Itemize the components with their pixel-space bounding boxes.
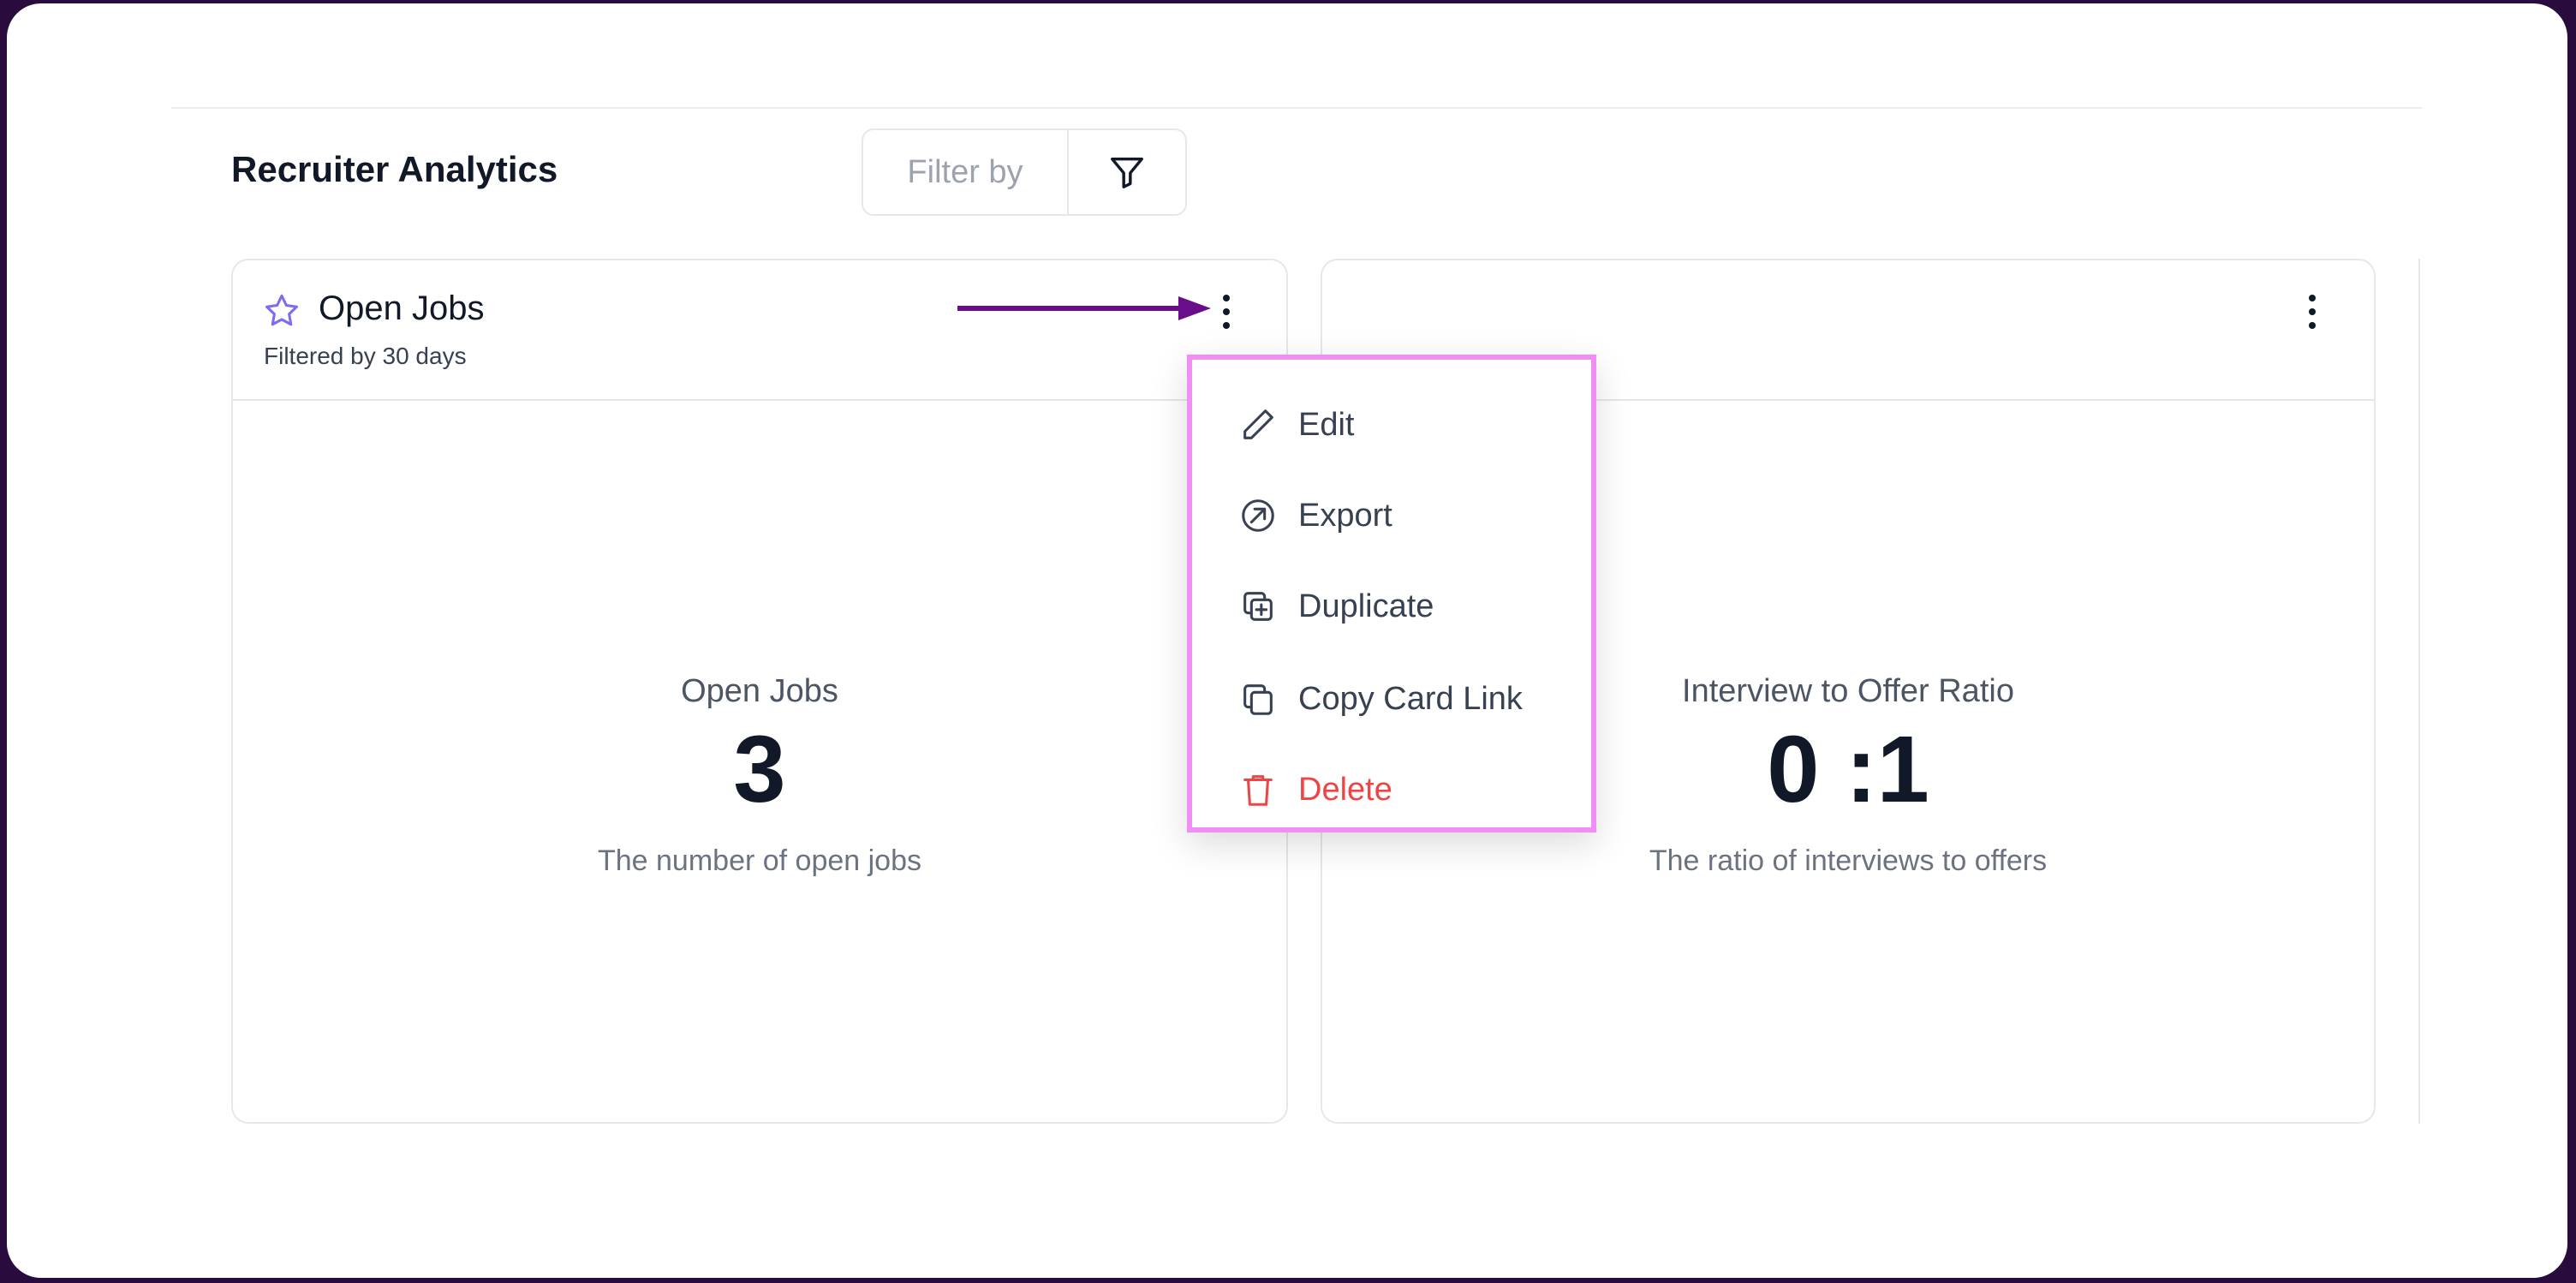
star-icon[interactable]	[262, 291, 301, 331]
open-jobs-card: Open Jobs Filtered by 30 days Open Jobs …	[231, 259, 1288, 1124]
menu-item-duplicate[interactable]: Duplicate	[1238, 581, 1434, 632]
pencil-icon	[1243, 409, 1273, 439]
menu-item-copy-card-link[interactable]: Copy Card Link	[1238, 673, 1523, 725]
menu-item-label: Delete	[1298, 771, 1392, 808]
menu-item-edit[interactable]: Edit	[1238, 399, 1354, 451]
trash-icon	[1243, 775, 1273, 806]
annotation-arrow-icon	[957, 296, 1211, 320]
copy-icon	[1243, 684, 1273, 715]
app-frame: Recruiter Analytics Filter by Open Jobs …	[7, 3, 2567, 1278]
metric-description: The number of open jobs	[597, 844, 922, 877]
filter-input[interactable]: Filter by	[863, 130, 1067, 214]
more-options-icon[interactable]	[2304, 291, 2321, 332]
duplicate-icon	[1243, 592, 1273, 621]
filter-button[interactable]	[1067, 130, 1185, 214]
menu-item-label: Copy Card Link	[1298, 680, 1523, 717]
menu-item-label: Duplicate	[1298, 588, 1434, 624]
card-header: Open Jobs Filtered by 30 days	[233, 260, 1286, 401]
card-title: Open Jobs	[319, 289, 485, 327]
metric-value: 3	[733, 717, 786, 822]
more-options-icon[interactable]	[1218, 291, 1235, 332]
divider	[171, 107, 2422, 109]
menu-item-export[interactable]: Export	[1238, 490, 1392, 541]
page-title: Recruiter Analytics	[231, 149, 558, 189]
metric-description: The ratio of interviews to offers	[1649, 844, 2048, 877]
filter-icon	[1111, 157, 1143, 188]
card-context-menu: Edit Export Duplicate Copy Card Link Del…	[1187, 355, 1596, 832]
menu-item-delete[interactable]: Delete	[1238, 764, 1392, 815]
menu-item-label: Edit	[1298, 406, 1355, 443]
card-subtitle: Filtered by 30 days	[264, 343, 467, 369]
next-card-edge	[2418, 259, 2425, 1124]
menu-item-label: Export	[1298, 497, 1392, 534]
filter-control: Filter by	[862, 128, 1187, 216]
metric-label: Open Jobs	[681, 673, 838, 709]
export-icon	[1242, 499, 1274, 532]
